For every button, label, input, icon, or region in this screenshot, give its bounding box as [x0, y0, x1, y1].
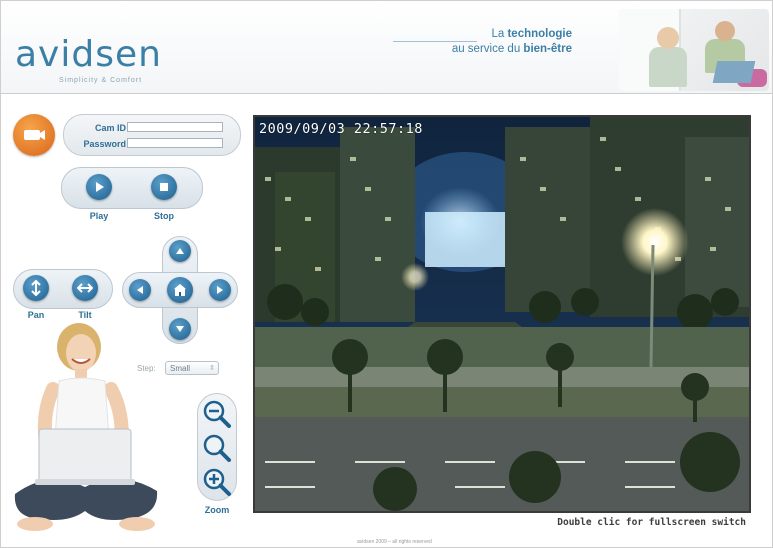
camera-video-feed[interactable]: 2009/09/03 22:57:18	[253, 115, 751, 513]
app-window: avidsen Simplicity & Comfort La technolo…	[0, 0, 773, 548]
tilt-button[interactable]	[72, 275, 98, 301]
login-button[interactable]	[13, 114, 55, 156]
camera-icon	[24, 130, 45, 140]
magnifier-icon	[203, 434, 231, 462]
header-banner: avidsen Simplicity & Comfort La technolo…	[1, 1, 772, 94]
stop-label: Stop	[154, 211, 174, 221]
move-left-button[interactable]	[129, 279, 151, 301]
play-button[interactable]	[86, 174, 112, 200]
zoom-out-button[interactable]	[201, 398, 233, 430]
stop-icon	[160, 183, 168, 191]
step-select-value: Small	[170, 364, 191, 373]
move-down-button[interactable]	[169, 318, 191, 340]
fullscreen-hint: Double clic for fullscreen switch	[557, 517, 746, 528]
arrow-down-icon	[176, 326, 184, 332]
zoom-in-icon	[203, 468, 231, 496]
logo-subtitle: Simplicity & Comfort	[59, 77, 143, 84]
video-timestamp: 2009/09/03 22:57:18	[259, 121, 423, 137]
move-up-button[interactable]	[169, 240, 191, 262]
family-photo	[619, 9, 769, 91]
zoom-reset-button[interactable]	[201, 432, 233, 464]
select-arrows-icon: ⇳	[209, 365, 215, 372]
zoom-out-icon	[203, 400, 231, 428]
avidsen-logo: avidsen	[15, 34, 162, 75]
girl-with-laptop-image	[14, 323, 158, 531]
step-select[interactable]: Small ⇳	[165, 361, 219, 375]
zoom-label: Zoom	[204, 505, 230, 515]
night-street-scene	[255, 117, 749, 511]
play-label: Play	[89, 211, 109, 221]
pan-button[interactable]	[23, 275, 49, 301]
footer-text: avidsen 2009 – all rights reserved	[357, 539, 432, 545]
home-icon	[174, 284, 186, 296]
arrow-up-icon	[176, 248, 184, 254]
tagline-line-1: La technologie	[491, 28, 572, 40]
stop-button[interactable]	[151, 174, 177, 200]
vertical-arrows-icon	[31, 280, 41, 296]
tagline-line-2: au service du bien-être	[451, 43, 572, 55]
zoom-in-button[interactable]	[201, 466, 233, 498]
arrow-left-icon	[137, 286, 143, 294]
password-label: Password	[83, 139, 126, 149]
zoom-panel	[197, 393, 237, 501]
move-right-button[interactable]	[209, 279, 231, 301]
cam-id-input[interactable]	[127, 122, 223, 132]
arrow-right-icon	[217, 286, 223, 294]
login-panel: Cam ID Password	[63, 114, 241, 156]
playback-panel	[61, 167, 203, 209]
password-input[interactable]	[127, 138, 223, 148]
home-position-button[interactable]	[167, 277, 193, 303]
tagline: La technologie au service du bien-être	[452, 27, 572, 57]
play-icon	[96, 182, 104, 192]
cam-id-label: Cam ID	[94, 123, 126, 133]
horizontal-arrows-icon	[77, 283, 93, 293]
